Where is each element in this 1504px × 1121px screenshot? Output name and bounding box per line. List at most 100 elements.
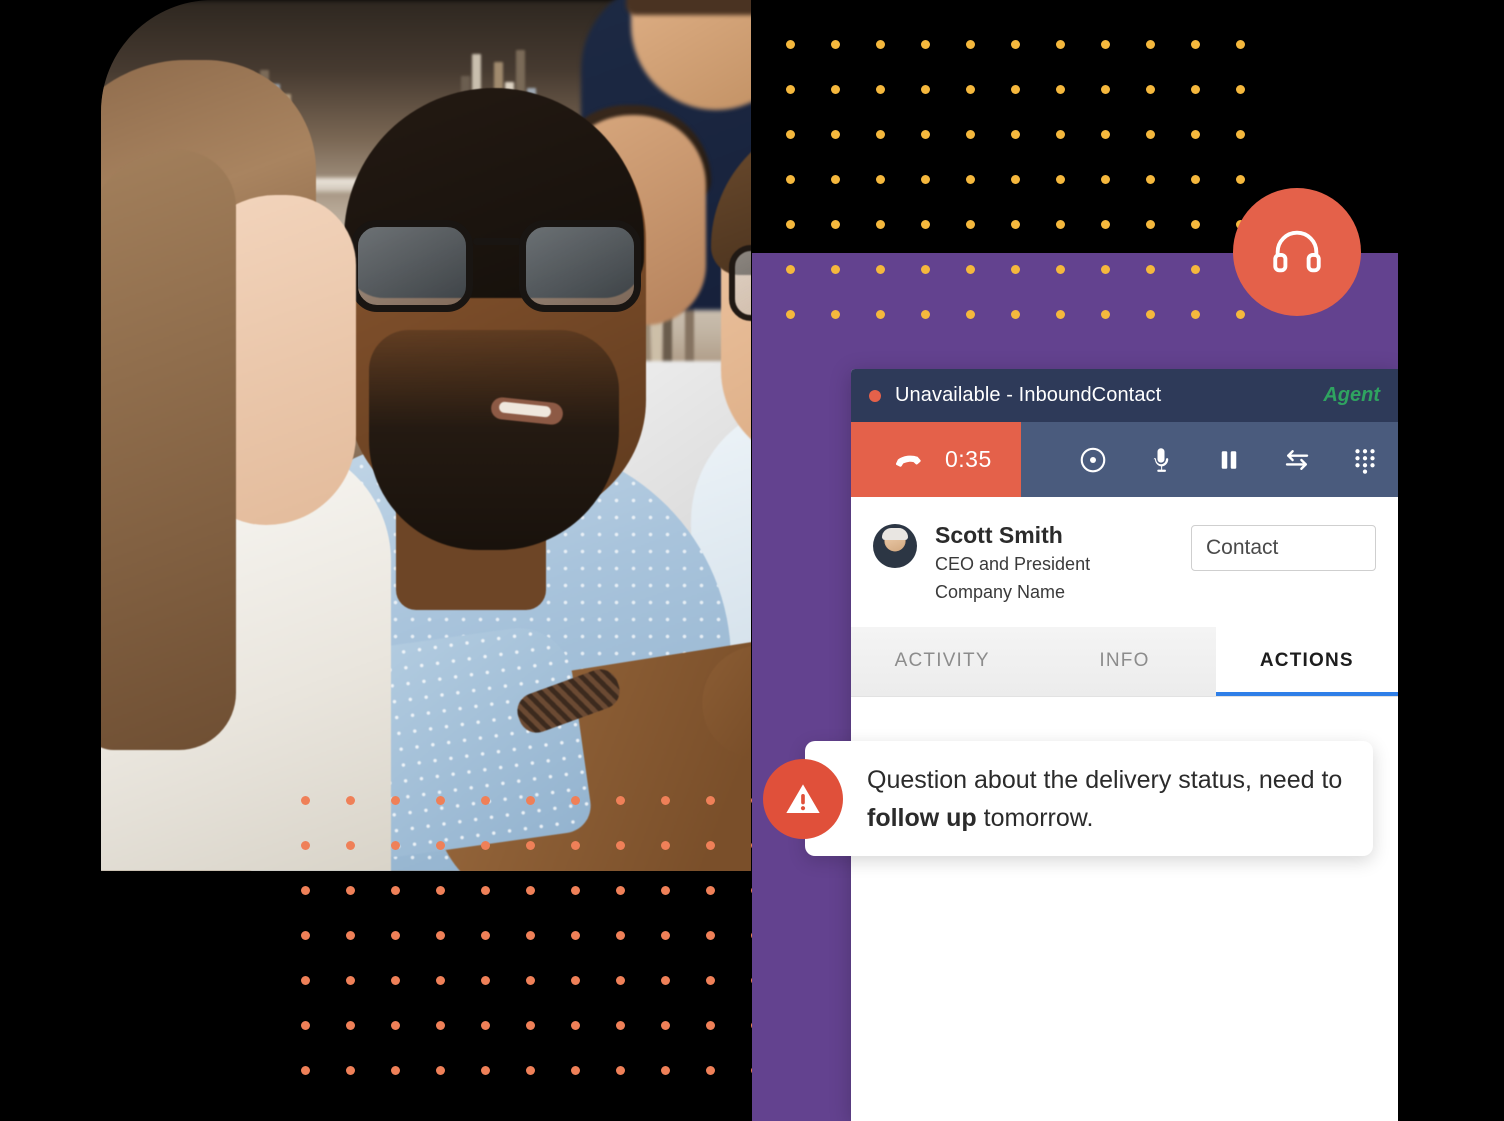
contact-type-select[interactable]: Contact (1191, 525, 1376, 571)
decor-dot (571, 841, 580, 850)
pause-icon[interactable] (1214, 445, 1244, 475)
decor-dot (1236, 85, 1245, 94)
record-icon[interactable] (1078, 445, 1108, 475)
decor-dot (436, 1066, 445, 1075)
decor-dot (1101, 175, 1110, 184)
hangup-button[interactable]: 0:35 (851, 422, 1021, 497)
decor-dot (921, 175, 930, 184)
alert-text-bold: follow up (867, 803, 977, 832)
decor-dot (706, 1066, 715, 1075)
decor-dot (831, 220, 840, 229)
decor-dot (346, 841, 355, 850)
decor-dot (481, 796, 490, 805)
decor-dot (876, 85, 885, 94)
decor-dot (1011, 40, 1020, 49)
decor-dot (616, 931, 625, 940)
screenshot-root: Unavailable - InboundContact Agent 0:35 (0, 0, 1504, 1121)
decor-dot (616, 886, 625, 895)
decor-dot (301, 841, 310, 850)
decor-dot (1191, 175, 1200, 184)
decor-dot (1146, 220, 1155, 229)
decor-dot (1056, 175, 1065, 184)
decor-dot (876, 40, 885, 49)
decor-dot (616, 1066, 625, 1075)
decor-dot (1146, 85, 1155, 94)
decor-dot (1236, 130, 1245, 139)
decor-dot (966, 310, 975, 319)
decor-dot (526, 841, 535, 850)
decor-dot (1191, 310, 1200, 319)
decor-dot (1101, 310, 1110, 319)
decor-dot (786, 85, 795, 94)
decor-dot (921, 85, 930, 94)
decor-dot (661, 1021, 670, 1030)
contact-company: Company Name (935, 581, 1066, 602)
decor-dot (966, 40, 975, 49)
decor-dot (526, 796, 535, 805)
decor-dot (876, 310, 885, 319)
microphone-icon[interactable] (1146, 445, 1176, 475)
call-timer: 0:35 (945, 446, 992, 472)
decor-dot (436, 841, 445, 850)
tab-activity[interactable]: ACTIVITY (851, 627, 1033, 696)
decor-dot (346, 886, 355, 895)
contact-role: CEO and President (935, 553, 1091, 574)
decor-dot (966, 265, 975, 274)
decor-dot (526, 1066, 535, 1075)
decor-dot (616, 796, 625, 805)
person-right-glasses (729, 245, 751, 325)
decor-dot (346, 1021, 355, 1030)
decor-dot (391, 886, 400, 895)
decor-dot (571, 1066, 580, 1075)
decor-dot (876, 265, 885, 274)
app-titlebar: Unavailable - InboundContact Agent (851, 369, 1398, 422)
contact-card: Scott Smith CEO and President Company Na… (851, 497, 1398, 627)
decor-dot (1011, 175, 1020, 184)
photo-scene (101, 0, 751, 871)
decor-dot (921, 40, 930, 49)
decor-dot (706, 841, 715, 850)
decor-dot (661, 796, 670, 805)
decor-dot (706, 886, 715, 895)
decor-dot (436, 796, 445, 805)
contact-type-value: Contact (1206, 536, 1279, 559)
decor-dot (661, 976, 670, 985)
decor-dot (921, 265, 930, 274)
decor-dot (1236, 310, 1245, 319)
decor-dot (876, 130, 885, 139)
decor-dot (616, 976, 625, 985)
decor-dot (706, 931, 715, 940)
contact-name: Scott Smith (935, 522, 1063, 548)
decor-dot (436, 1021, 445, 1030)
decor-dot (481, 886, 490, 895)
decor-dot (1146, 265, 1155, 274)
decor-dot (831, 40, 840, 49)
decor-dot (391, 1021, 400, 1030)
decor-dot (1056, 40, 1065, 49)
decor-dot (571, 886, 580, 895)
decor-dot (921, 130, 930, 139)
decor-dot (616, 1021, 625, 1030)
person-left-hair-front (101, 150, 236, 750)
decor-dot (571, 1021, 580, 1030)
decor-dot (1191, 130, 1200, 139)
decor-dot (831, 130, 840, 139)
decor-dot (481, 1021, 490, 1030)
transfer-icon[interactable] (1282, 445, 1312, 475)
decor-dot (571, 931, 580, 940)
decor-dot (436, 886, 445, 895)
tab-bar: ACTIVITY INFO ACTIONS (851, 626, 1398, 697)
decor-dot (1146, 130, 1155, 139)
tab-info[interactable]: INFO (1033, 627, 1215, 696)
decor-dot (1101, 265, 1110, 274)
tab-actions[interactable]: ACTIONS (1215, 626, 1398, 696)
decor-dot (391, 976, 400, 985)
decor-dot (1101, 40, 1110, 49)
decor-dot (391, 931, 400, 940)
dialpad-icon[interactable] (1350, 445, 1380, 475)
decor-dot (526, 886, 535, 895)
decor-dot (921, 220, 930, 229)
decor-dot (301, 976, 310, 985)
team-photo (101, 0, 751, 871)
contact-details: Scott Smith CEO and President Company Na… (935, 521, 1090, 607)
